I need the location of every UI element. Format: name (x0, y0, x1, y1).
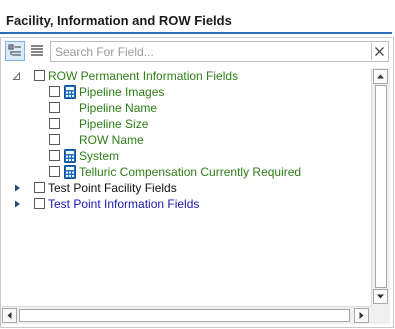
panel-title: Facility, Information and ROW Fields (6, 13, 232, 28)
left-arrow-icon (7, 312, 12, 319)
tree-group-label: Test Point Facility Fields (48, 181, 177, 195)
tree-group-label: Test Point Information Fields (48, 197, 200, 211)
field-checkbox[interactable] (49, 134, 60, 145)
tree-group-row[interactable]: Test Point Information Fields (1, 196, 369, 212)
tree-group-row[interactable]: Test Point Facility Fields (1, 180, 369, 196)
field-checkbox[interactable] (49, 150, 60, 161)
clear-search-button[interactable] (371, 43, 387, 60)
list-view-button[interactable] (28, 41, 48, 61)
tree-field-row[interactable]: Pipeline Size (1, 116, 369, 132)
scroll-up-button[interactable] (373, 69, 388, 84)
horizontal-scrollbar[interactable] (1, 306, 371, 324)
tree-field-label: System (79, 149, 120, 163)
list-view-icon (31, 45, 43, 56)
tree-field-row[interactable]: Pipeline Images (1, 84, 369, 100)
categorized-view-icon (8, 44, 21, 56)
up-arrow-icon (377, 74, 384, 79)
tree-field-row[interactable]: System (1, 148, 369, 164)
collapse-triangle-icon[interactable] (12, 70, 22, 82)
field-checkbox[interactable] (49, 166, 60, 177)
tree-group-row[interactable]: ROW Permanent Information Fields (1, 68, 369, 84)
scroll-down-button[interactable] (373, 289, 388, 304)
search-box (50, 41, 389, 62)
group-checkbox[interactable] (34, 198, 45, 209)
group-checkbox[interactable] (34, 70, 45, 81)
search-input[interactable] (55, 43, 365, 60)
scrollbar-corner (371, 306, 390, 324)
vertical-scroll-thumb[interactable] (375, 85, 387, 288)
calculator-field-icon (64, 85, 76, 99)
field-checkbox[interactable] (49, 102, 60, 113)
right-arrow-icon (359, 312, 364, 319)
scroll-left-button[interactable] (2, 308, 17, 323)
group-checkbox[interactable] (34, 182, 45, 193)
tree-field-label: Pipeline Name (79, 101, 158, 115)
down-arrow-icon (377, 294, 384, 299)
tree-field-row[interactable]: Telluric Compensation Currently Required (1, 164, 369, 180)
expand-triangle-icon[interactable] (12, 198, 22, 210)
scroll-right-button[interactable] (354, 308, 369, 323)
vertical-scrollbar[interactable] (371, 68, 390, 306)
tree-field-label: Telluric Compensation Currently Required (79, 165, 302, 179)
tree-group-label: ROW Permanent Information Fields (48, 69, 239, 83)
tree-field-label: Pipeline Images (79, 85, 165, 99)
tree-field-label: Pipeline Size (79, 117, 149, 131)
clear-x-icon (375, 47, 384, 56)
categorized-view-button[interactable] (5, 41, 25, 61)
horizontal-scroll-thumb[interactable] (19, 309, 350, 322)
field-tree: ROW Permanent Information Fields Pipelin… (1, 68, 369, 320)
tree-field-label: ROW Name (79, 133, 144, 147)
field-checkbox[interactable] (49, 118, 60, 129)
expand-triangle-icon[interactable] (12, 182, 22, 194)
tree-field-row[interactable]: ROW Name (1, 132, 369, 148)
calculator-field-icon (64, 149, 76, 163)
title-underline (0, 32, 392, 34)
calculator-field-icon (64, 165, 76, 179)
field-checkbox[interactable] (49, 86, 60, 97)
tree-field-row[interactable]: Pipeline Name (1, 100, 369, 116)
